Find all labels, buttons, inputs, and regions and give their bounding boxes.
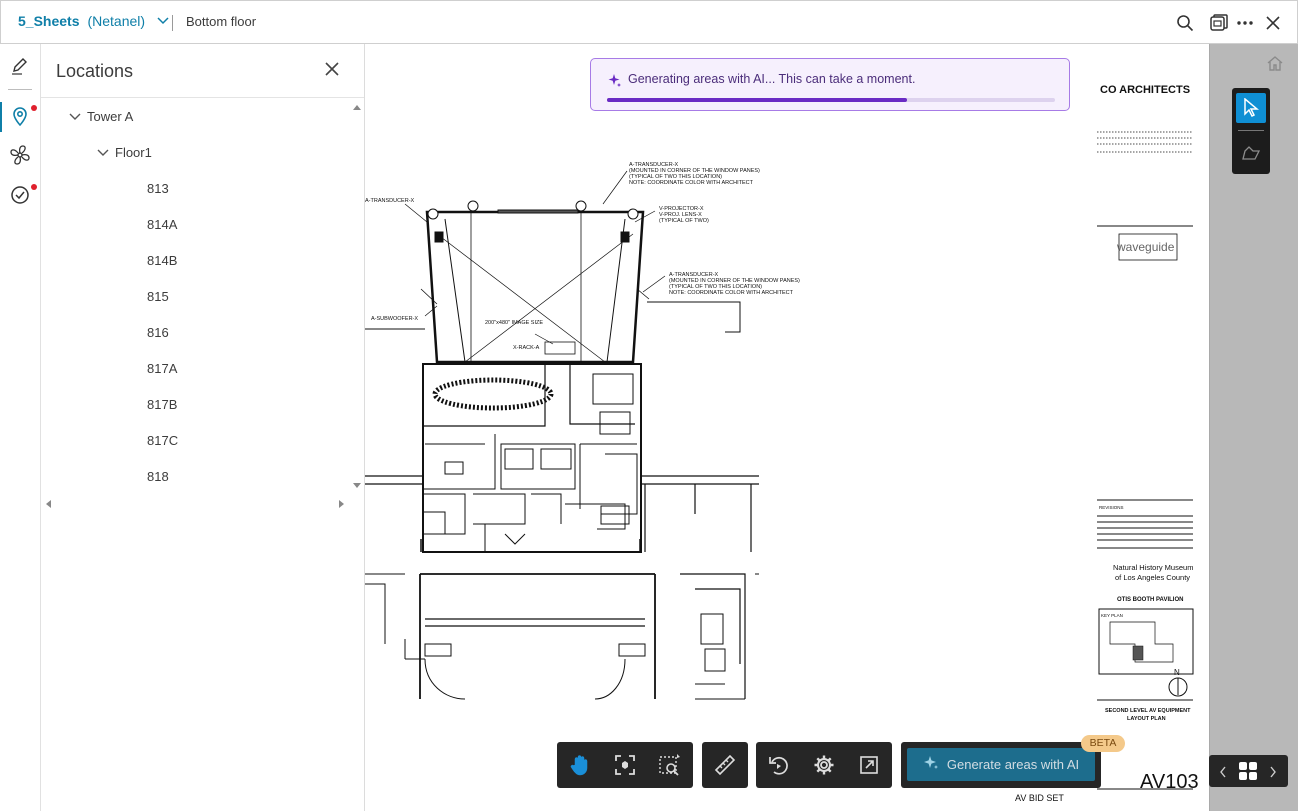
- area-draw-icon[interactable]: [1236, 138, 1266, 168]
- sheet-number: AV103: [1140, 771, 1199, 793]
- project-line-3: OTIS BOOTH PAVILION: [1117, 597, 1183, 603]
- progress-fill: [607, 98, 908, 102]
- beta-badge: BETA: [1081, 735, 1125, 752]
- project-line-2: of Los Angeles County: [1115, 573, 1190, 582]
- tree-node-room[interactable]: 818: [147, 466, 169, 486]
- north-label: N: [1174, 668, 1180, 677]
- key-plan-label: KEY PLAN: [1101, 613, 1123, 618]
- sheet-title: Bottom floor: [186, 14, 257, 29]
- generate-areas-button[interactable]: Generate areas with AI: [907, 748, 1095, 781]
- left-rail: [0, 44, 41, 811]
- markup-icon[interactable]: [6, 52, 34, 80]
- compare-sheets-icon[interactable]: [1207, 11, 1231, 35]
- fit-to-view-icon[interactable]: [602, 742, 647, 788]
- firm-name: CO ARCHITECTS: [1100, 84, 1190, 96]
- drawing-note: A-TRANSDUCER-X: [365, 198, 415, 204]
- project-owner: (Netanel): [87, 13, 146, 29]
- sparkle-icon: [923, 755, 939, 774]
- locations-panel: Locations Tower A Floor1 813 814A 814B 8…: [41, 44, 365, 811]
- tree-node-room[interactable]: 814A: [147, 214, 177, 234]
- drawing-note: A-SUBWOOFER-X: [371, 316, 418, 322]
- set-label: AV BID SET: [1015, 793, 1064, 803]
- drawing-note: NOTE: COORDINATE COLOR WITH ARCHITECT: [629, 180, 754, 186]
- ruler-icon[interactable]: [702, 742, 748, 788]
- header-divider: [172, 15, 173, 31]
- notification-dot: [31, 184, 37, 190]
- panel-header: Locations: [41, 44, 364, 98]
- chevron-down-icon[interactable]: [97, 145, 109, 160]
- consultant-logo: waveguide: [1116, 240, 1175, 254]
- fan-icon[interactable]: [6, 141, 34, 169]
- sheet-description-1: SECOND LEVEL AV EQUIPMENT: [1105, 708, 1191, 714]
- chevron-left-icon[interactable]: [1219, 765, 1227, 783]
- chevron-down-icon[interactable]: [69, 109, 81, 124]
- close-icon[interactable]: [1261, 11, 1285, 35]
- drawing-note: NOTE: COORDINATE COLOR WITH ARCHITECT: [669, 290, 794, 296]
- tree-node-room[interactable]: 817A: [147, 358, 177, 378]
- generate-areas-label: Generate areas with AI: [946, 757, 1080, 772]
- tree-node-room[interactable]: 813: [147, 178, 169, 198]
- sheet-canvas[interactable]: A-TRANSDUCER-X (MOUNTED IN CORNER OF THE…: [365, 44, 1209, 811]
- active-indicator: [0, 102, 2, 132]
- tree-node-floor[interactable]: Floor1: [97, 142, 152, 162]
- horizontal-scrollbar[interactable]: [45, 496, 345, 508]
- project-line-1: Natural History Museum: [1113, 563, 1193, 572]
- tree-node-room[interactable]: 817C: [147, 430, 178, 450]
- settings-gear-icon[interactable]: [801, 742, 846, 788]
- pan-hand-icon[interactable]: [557, 742, 602, 788]
- select-pointer-icon[interactable]: [1236, 93, 1266, 123]
- toast-message: Generating areas with AI... This can tak…: [628, 72, 916, 86]
- progress-track: [607, 98, 1055, 102]
- zoom-area-icon[interactable]: [648, 742, 693, 788]
- more-options-icon[interactable]: [1233, 11, 1257, 35]
- tree-node-room[interactable]: 815: [147, 286, 169, 306]
- vertical-scrollbar[interactable]: [352, 104, 362, 490]
- panel-title: Locations: [56, 61, 134, 81]
- close-panel-icon[interactable]: [322, 59, 342, 79]
- rail-divider: [8, 89, 32, 90]
- grid-view-icon[interactable]: [1238, 761, 1258, 786]
- sheet-description-2: LAYOUT PLAN: [1127, 716, 1166, 722]
- search-icon[interactable]: [1173, 11, 1197, 35]
- tree-node-room[interactable]: 816: [147, 322, 169, 342]
- project-name: 5_Sheets: [18, 13, 80, 29]
- rotate-icon[interactable]: [756, 742, 801, 788]
- navigation-tools: [557, 742, 693, 788]
- view-tools: [756, 742, 892, 788]
- checklist-icon[interactable]: [6, 181, 34, 209]
- tree-node-room[interactable]: 814B: [147, 250, 177, 270]
- ai-progress-toast: Generating areas with AI... This can tak…: [590, 58, 1070, 111]
- chevron-right-icon[interactable]: [1269, 765, 1277, 783]
- chevron-down-icon: [157, 17, 169, 25]
- tree-node-room[interactable]: 817B: [147, 394, 177, 414]
- home-icon[interactable]: [1266, 54, 1284, 77]
- drawing-note: X-RACK-A: [513, 345, 540, 351]
- tree-node-building[interactable]: Tower A: [69, 106, 133, 126]
- floor-plan-drawing: A-TRANSDUCER-X (MOUNTED IN CORNER OF THE…: [365, 84, 1199, 803]
- measure-tools: [702, 742, 748, 788]
- revisions-label: REVISIONS: [1099, 505, 1124, 510]
- sheet-pager: [1209, 755, 1288, 787]
- project-selector[interactable]: 5_Sheets (Netanel): [18, 13, 169, 29]
- fullscreen-icon[interactable]: [847, 742, 892, 788]
- sparkle-icon: [607, 73, 622, 93]
- selection-tools: [1232, 88, 1270, 174]
- top-bar: 5_Sheets (Netanel) Bottom floor: [0, 0, 1298, 44]
- tree-label: Tower A: [87, 108, 134, 124]
- drawing-note: (TYPICAL OF TWO): [659, 218, 709, 224]
- tree-label: Floor1: [115, 144, 152, 160]
- location-pin-icon[interactable]: [6, 102, 34, 130]
- notification-dot: [31, 105, 37, 111]
- tool-divider: [1238, 130, 1264, 131]
- drawing-note: 200"x480" IMAGE SIZE: [485, 320, 543, 326]
